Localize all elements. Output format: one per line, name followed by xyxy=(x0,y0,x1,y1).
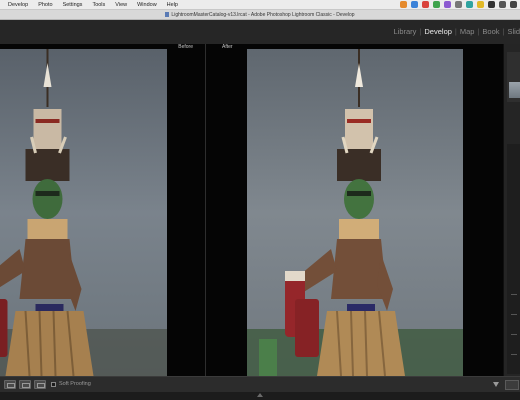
panel-scroll-area[interactable] xyxy=(507,144,520,374)
before-photo[interactable] xyxy=(0,49,167,376)
loupe-view-icon[interactable] xyxy=(4,380,16,389)
menu-bar-tray xyxy=(400,1,517,8)
module-slideshow[interactable]: Slid xyxy=(507,27,520,36)
green-app-icon[interactable] xyxy=(433,1,440,8)
menu-window[interactable]: Window xyxy=(132,0,162,10)
histogram-graph xyxy=(509,82,520,98)
module-separator: | xyxy=(477,27,480,36)
yellow-app-icon[interactable] xyxy=(477,1,484,8)
panel-row-marker xyxy=(511,354,517,355)
swap-settings-icon[interactable] xyxy=(34,380,46,389)
module-separator: | xyxy=(454,27,457,36)
document-icon xyxy=(165,12,170,18)
module-bar: Library | Develop | Map | Book | Slid xyxy=(0,20,520,44)
lightroom-window: Develop Photo Settings Tools View Window… xyxy=(0,0,520,400)
soft-proofing-checkbox[interactable] xyxy=(51,381,56,387)
menu-tools[interactable]: Tools xyxy=(87,0,110,10)
panel-row-marker xyxy=(511,314,517,315)
purple-app-icon[interactable] xyxy=(444,1,451,8)
compare-view: Before After xyxy=(0,44,503,376)
menu-view[interactable]: View xyxy=(110,0,132,10)
battery-icon[interactable] xyxy=(510,1,517,8)
tribal-dancer-photo-before xyxy=(0,49,167,376)
module-separator: | xyxy=(419,27,422,36)
menu-develop[interactable]: Develop xyxy=(0,0,33,10)
expand-filmstrip-icon[interactable] xyxy=(257,393,263,397)
after-label: After xyxy=(222,44,233,50)
red-app-icon[interactable] xyxy=(422,1,429,8)
panel-row-marker xyxy=(511,294,517,295)
soft-proofing-toggle[interactable]: Soft Proofing xyxy=(51,381,91,387)
module-separator: | xyxy=(502,27,505,36)
module-map[interactable]: Map xyxy=(460,27,475,36)
menu-help[interactable]: Help xyxy=(162,0,183,10)
after-pane[interactable]: After xyxy=(206,44,503,376)
histogram xyxy=(507,52,520,102)
filmstrip-collapse-bar xyxy=(0,392,520,400)
window-title: LightroomMasterCatalog-v13.lrcat - Adobe… xyxy=(171,12,355,18)
dark-app-icon[interactable] xyxy=(488,1,495,8)
module-book[interactable]: Book xyxy=(482,27,499,36)
panel-row-marker xyxy=(511,334,517,335)
module-picker: Library | Develop | Map | Book | Slid xyxy=(394,27,520,36)
menu-photo[interactable]: Photo xyxy=(33,0,57,10)
mac-menu-bar: Develop Photo Settings Tools View Window… xyxy=(0,0,520,10)
teal-app-icon[interactable] xyxy=(466,1,473,8)
blue-app-icon[interactable] xyxy=(411,1,418,8)
gray-app-icon[interactable] xyxy=(455,1,462,8)
before-after-view-icon[interactable] xyxy=(19,380,31,389)
before-label: Before xyxy=(178,44,193,50)
wifi-icon[interactable] xyxy=(499,1,506,8)
module-library[interactable]: Library xyxy=(394,27,417,36)
before-pane[interactable]: Before xyxy=(0,44,205,376)
menu-settings[interactable]: Settings xyxy=(58,0,88,10)
bottom-toolbar: Soft Proofing xyxy=(0,376,520,392)
tribal-dancer-photo-after xyxy=(247,49,463,376)
reset-button[interactable] xyxy=(505,380,519,390)
after-photo[interactable] xyxy=(247,49,463,376)
module-develop[interactable]: Develop xyxy=(424,27,452,36)
window-title-bar: LightroomMasterCatalog-v13.lrcat - Adobe… xyxy=(0,10,520,20)
toolbar-menu-caret-icon[interactable] xyxy=(493,382,499,387)
soft-proofing-label: Soft Proofing xyxy=(59,381,91,387)
orange-app-icon[interactable] xyxy=(400,1,407,8)
develop-right-panel xyxy=(503,44,520,376)
